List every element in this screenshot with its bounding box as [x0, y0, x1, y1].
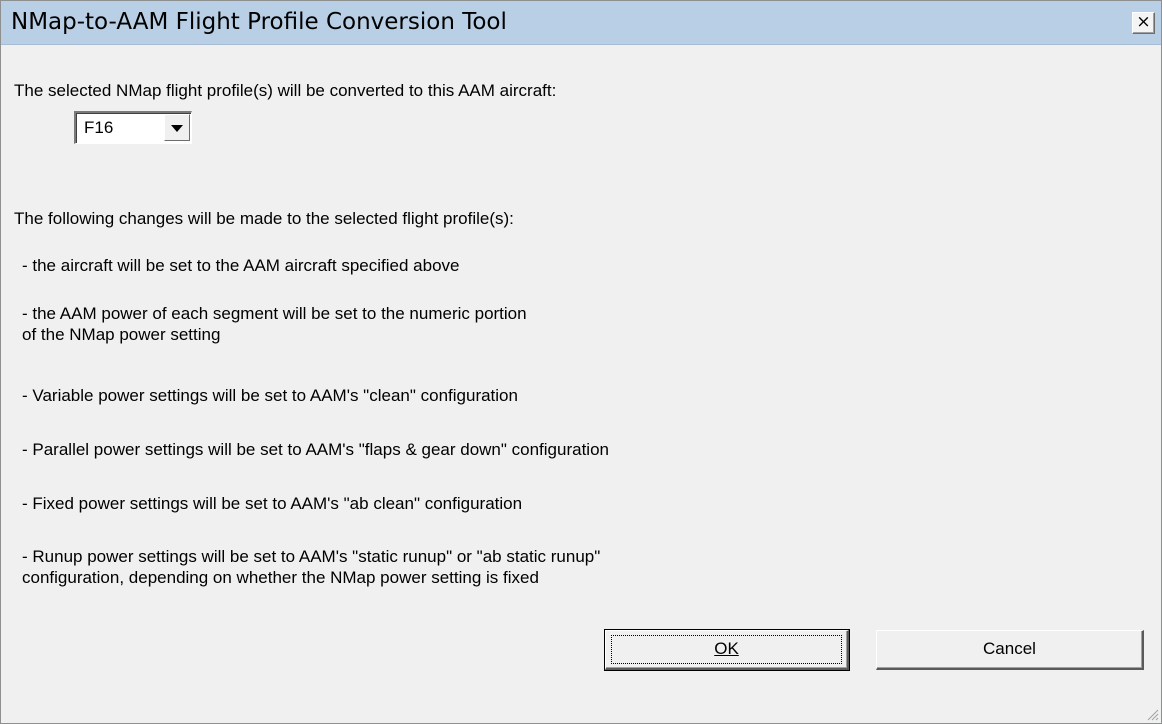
- dialog-window: NMap-to-AAM Flight Profile Conversion To…: [0, 0, 1162, 724]
- close-button[interactable]: ×: [1132, 12, 1155, 34]
- changes-heading: The following changes will be made to th…: [14, 209, 514, 228]
- change-item-continued: configuration, depending on whether the …: [22, 568, 539, 587]
- window-title: NMap-to-AAM Flight Profile Conversion To…: [11, 9, 507, 35]
- change-item: - the AAM power of each segment will be …: [22, 304, 527, 323]
- resize-grip-icon[interactable]: [1145, 707, 1159, 721]
- aircraft-select-value: F16: [84, 118, 114, 137]
- ok-button-label: OK: [714, 639, 739, 658]
- change-item: - Parallel power settings will be set to…: [22, 440, 609, 459]
- change-item: - the aircraft will be set to the AAM ai…: [22, 256, 460, 275]
- change-item: - Fixed power settings will be set to AA…: [22, 494, 523, 513]
- ok-button[interactable]: OK: [604, 629, 850, 671]
- aircraft-select[interactable]: F16: [74, 111, 192, 144]
- cancel-button[interactable]: Cancel: [876, 630, 1144, 670]
- change-item: - Runup power settings will be set to AA…: [22, 547, 601, 566]
- close-icon: ×: [1136, 12, 1151, 32]
- dropdown-button[interactable]: [164, 114, 190, 141]
- cancel-button-label: Cancel: [983, 639, 1036, 658]
- chevron-down-icon: [171, 125, 183, 132]
- intro-text: The selected NMap flight profile(s) will…: [14, 81, 557, 100]
- change-item-continued: of the NMap power setting: [22, 325, 221, 344]
- dialog-body: The selected NMap flight profile(s) will…: [10, 45, 1152, 715]
- change-item: - Variable power settings will be set to…: [22, 386, 518, 405]
- title-bar[interactable]: NMap-to-AAM Flight Profile Conversion To…: [1, 1, 1161, 45]
